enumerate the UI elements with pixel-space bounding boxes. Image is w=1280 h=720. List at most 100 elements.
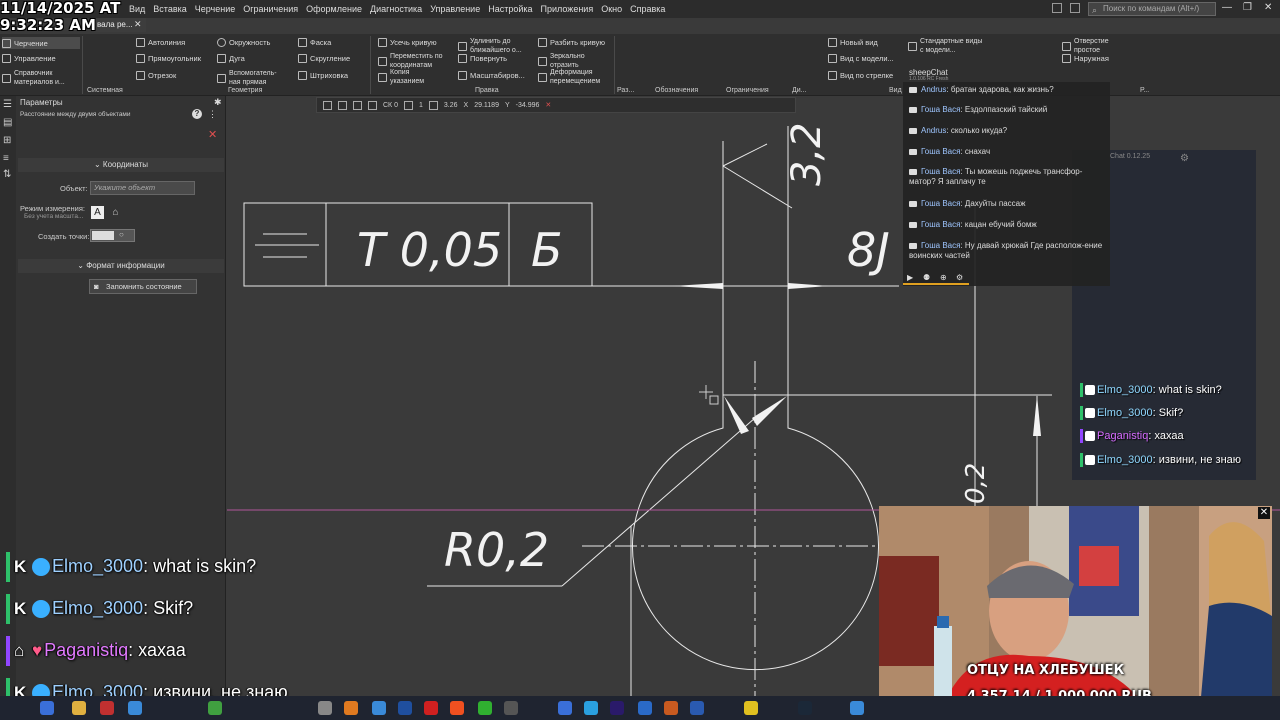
outer-button[interactable]: Наружная — [1062, 54, 1109, 63]
menu-manage[interactable]: Управление — [426, 4, 484, 14]
zoom-value[interactable]: 3.26 — [444, 102, 458, 109]
deform-button[interactable]: Деформация перемещением — [538, 68, 618, 86]
circle-button[interactable]: Окружность — [217, 38, 270, 47]
users-icon[interactable]: ⚉ — [923, 273, 930, 282]
word-icon[interactable] — [690, 701, 704, 715]
aux-line-button[interactable]: Вспомогатель-ная прямая — [217, 69, 277, 87]
snap-icon[interactable] — [338, 100, 347, 110]
app-icon[interactable] — [100, 701, 114, 715]
menu-drawing[interactable]: Черчение — [191, 4, 240, 14]
kompas-icon[interactable] — [558, 701, 572, 715]
search-icon[interactable] — [40, 701, 54, 715]
measure-icon[interactable] — [403, 100, 413, 110]
edge-icon[interactable] — [638, 701, 652, 715]
std-views-button[interactable]: Стандартные виды с модели... — [908, 37, 986, 55]
menu-view[interactable]: Вид — [125, 4, 149, 14]
coords-section-header[interactable]: ⌄ Координаты — [18, 158, 224, 172]
app-icon[interactable] — [128, 701, 142, 715]
toggle-off-icon: ○ — [119, 230, 124, 239]
measure-mode-a-button[interactable]: A — [91, 206, 104, 219]
remember-state-button[interactable]: ◙ Запомнить состояние — [89, 279, 197, 294]
segment-button[interactable]: Отрезок — [136, 71, 176, 80]
graph-icon[interactable]: ⇅ — [3, 170, 13, 180]
rotate-button[interactable]: Повернуть — [458, 54, 507, 63]
menu-constraints[interactable]: Ограничения — [239, 4, 302, 14]
format-section-header[interactable]: ⌄ Формат информации — [18, 259, 224, 273]
arc-button[interactable]: Дуга — [217, 54, 245, 63]
user-icon[interactable] — [1052, 3, 1062, 13]
trim-button[interactable]: Усечь кривую — [378, 38, 437, 47]
y-coord[interactable]: -34.996 — [516, 102, 540, 109]
close-icon[interactable]: ✕ — [1258, 507, 1270, 519]
youtube-icon[interactable]: ▶ — [907, 273, 913, 282]
file-explorer-icon[interactable] — [72, 701, 86, 715]
chrome-icon[interactable] — [208, 701, 222, 715]
app-icon[interactable] — [850, 701, 864, 715]
menu-insert[interactable]: Вставка — [149, 4, 190, 14]
menu-format[interactable]: Оформление — [302, 4, 366, 14]
opera-icon[interactable] — [424, 701, 438, 715]
app-icon[interactable] — [372, 701, 386, 715]
create-points-toggle[interactable]: ○ — [90, 229, 135, 242]
grid-icon[interactable] — [368, 100, 377, 110]
settings-icon[interactable]: ⚙ — [956, 273, 963, 282]
steam-icon[interactable] — [798, 701, 812, 715]
app-icon[interactable] — [344, 701, 358, 715]
panel-settings-icon[interactable]: ✱ — [214, 97, 222, 108]
scale-button[interactable]: Масштабиров... — [458, 71, 525, 80]
rectangle-button[interactable]: Прямоугольник — [136, 54, 201, 63]
help-icon[interactable]: ? — [192, 109, 202, 119]
menu-window[interactable]: Окно — [597, 4, 626, 14]
menu-apps[interactable]: Приложения — [537, 4, 598, 14]
settings-icon[interactable] — [318, 701, 332, 715]
app-icon[interactable] — [504, 701, 518, 715]
menu-settings[interactable]: Настройка — [484, 4, 536, 14]
maximize-icon[interactable]: ❐ — [1243, 2, 1252, 13]
zoom-icon[interactable] — [428, 100, 438, 110]
tree-icon[interactable]: ☰ — [3, 100, 13, 110]
telegram-icon[interactable] — [584, 701, 598, 715]
app-icon[interactable] — [478, 701, 492, 715]
new-view-button[interactable]: Новый вид — [828, 38, 878, 47]
list-icon[interactable]: ≡ — [3, 154, 13, 164]
app-icon[interactable] — [664, 701, 678, 715]
menu-diagnostics[interactable]: Диагностика — [366, 4, 426, 14]
pin-icon[interactable]: ⋮ — [208, 109, 217, 120]
materials-button[interactable]: Справочник материалов и... — [2, 69, 80, 87]
ortho-icon[interactable] — [353, 100, 362, 110]
tab-close-icon[interactable]: ✕ — [134, 19, 142, 30]
mode-selector[interactable]: Черчение — [2, 37, 80, 49]
fillet-button[interactable]: Скругление — [298, 54, 350, 63]
controller-icon[interactable]: ⊕ — [940, 273, 947, 282]
cs-label[interactable]: СК 0 — [383, 102, 398, 109]
extend-button[interactable]: Удлинить до ближайшего о... — [458, 37, 532, 55]
menu-help[interactable]: Справка — [626, 4, 669, 14]
close-panel-icon[interactable]: ✕ — [208, 128, 217, 141]
copy-button[interactable]: Копия указанием — [378, 68, 436, 86]
step-value[interactable]: 1 — [419, 102, 423, 109]
measure-mode-b-button[interactable]: ⌂ — [109, 206, 122, 219]
hatch-button[interactable]: Штриховка — [298, 71, 348, 80]
close-icon[interactable]: ✕ — [1264, 2, 1272, 13]
chamfer-button[interactable]: Фаска — [298, 38, 331, 47]
camera-icon[interactable] — [1070, 3, 1080, 13]
close-icon[interactable]: ✕ — [545, 101, 551, 109]
hole-button[interactable]: Отверстие простое — [1062, 37, 1126, 55]
app-icon[interactable] — [744, 701, 758, 715]
split-button[interactable]: Разбить кривую — [538, 38, 605, 47]
brave-icon[interactable] — [450, 701, 464, 715]
command-search-input[interactable]: ⌕ Поиск по командам (Alt+/) — [1088, 2, 1216, 16]
minimize-icon[interactable]: — — [1222, 2, 1232, 13]
properties-icon[interactable]: ⊞ — [3, 136, 13, 146]
x-coord[interactable]: 29.1189 — [474, 102, 499, 109]
premiere-icon[interactable] — [610, 701, 624, 715]
autoline-button[interactable]: Автолиния — [136, 38, 185, 47]
view-model-button[interactable]: Вид с модели... — [828, 54, 894, 63]
object-input[interactable]: Укажите объект — [90, 181, 195, 195]
layers-icon[interactable]: ▤ — [3, 118, 13, 128]
select-icon[interactable] — [323, 100, 332, 110]
gear-icon[interactable]: ⚙ — [1180, 153, 1189, 164]
photoshop-icon[interactable] — [398, 701, 412, 715]
manage-button[interactable]: Управление — [2, 54, 56, 63]
view-arrow-button[interactable]: Вид по стрелке — [828, 71, 893, 80]
